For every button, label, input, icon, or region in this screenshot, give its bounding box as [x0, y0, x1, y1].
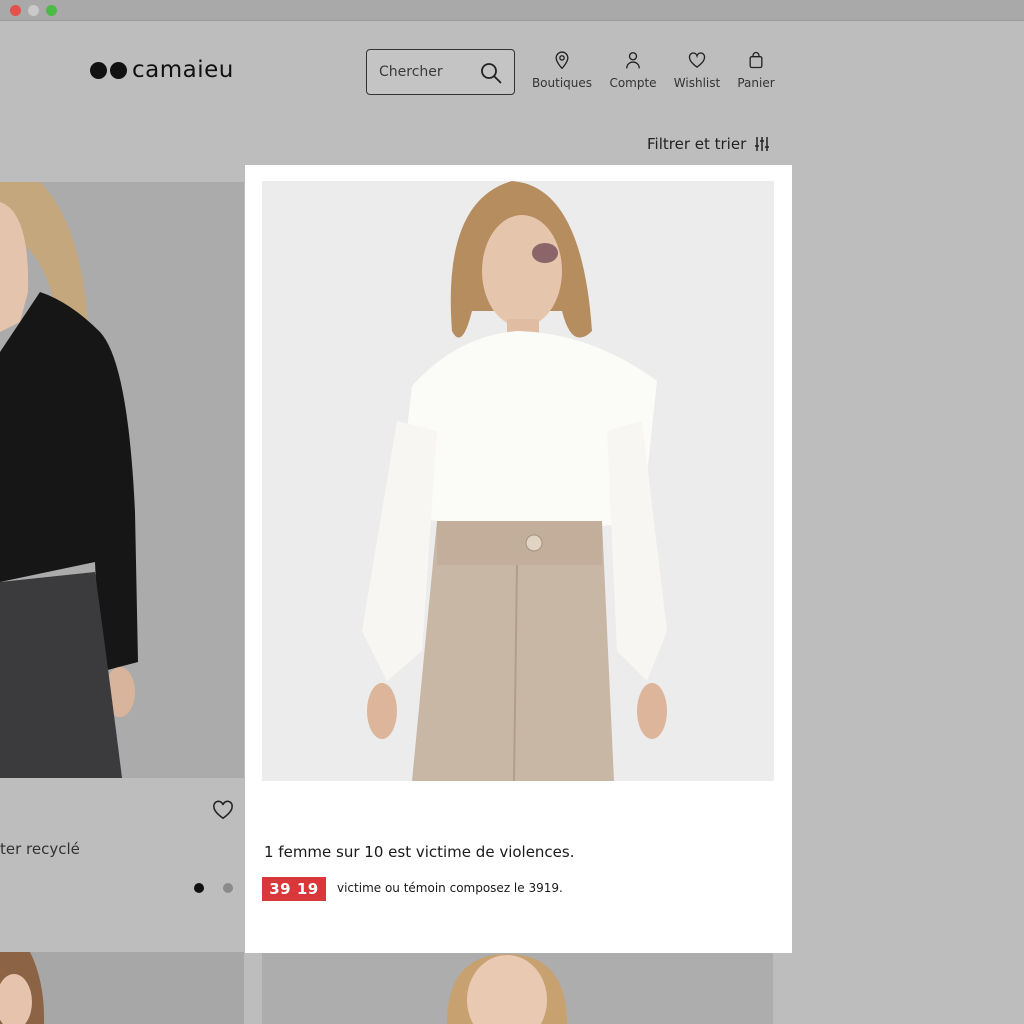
nav-compte[interactable]: Compte: [598, 50, 668, 94]
product-image-bottom-middle[interactable]: [262, 952, 773, 1024]
user-icon: [626, 52, 640, 69]
shopping-bag-icon: [749, 51, 763, 69]
product-photo-model: [262, 952, 773, 1024]
awareness-message: 1 femme sur 10 est victime de violences.: [264, 843, 575, 861]
hotline-text: victime ou témoin composez le 3919.: [337, 881, 563, 895]
search-icon[interactable]: [479, 61, 503, 85]
minimize-window-button[interactable]: [28, 5, 39, 16]
product-name[interactable]: ter recyclé: [0, 840, 80, 858]
close-window-button[interactable]: [10, 5, 21, 16]
nav-panier[interactable]: Panier: [721, 50, 791, 94]
heart-icon[interactable]: [212, 800, 234, 820]
product-photo-model-black-sweater: [0, 182, 244, 778]
featured-photo-model-white-sweater: [262, 181, 774, 781]
logo-dot: [90, 61, 107, 79]
nav-label: Boutiques: [531, 76, 593, 90]
window-titlebar: [0, 0, 1024, 21]
sliders-icon: [755, 137, 770, 151]
zoom-window-button[interactable]: [46, 5, 57, 16]
heart-icon: [688, 52, 706, 68]
product-photo-model: [0, 952, 244, 1024]
product-info-left: [0, 778, 244, 950]
filter-sort-button[interactable]: Filtrer et trier: [647, 134, 770, 154]
nav-label: Panier: [737, 76, 775, 90]
hotline-badge: 39 19: [262, 877, 326, 901]
search-input[interactable]: [379, 61, 474, 83]
search-box[interactable]: [366, 49, 515, 95]
featured-photo: [262, 181, 774, 781]
product-image-bottom-left[interactable]: [0, 952, 244, 1024]
featured-product-card[interactable]: 1 femme sur 10 est victime de violences.…: [245, 165, 792, 953]
color-swatch-grey[interactable]: [223, 883, 233, 893]
brand-logo[interactable]: camaieu: [90, 57, 234, 83]
filter-label: Filtrer et trier: [647, 135, 747, 153]
logo-wordmark: camaieu: [132, 57, 234, 83]
product-image-left[interactable]: [0, 182, 244, 778]
nav-boutiques[interactable]: Boutiques: [527, 50, 597, 94]
color-swatch-black[interactable]: [194, 883, 204, 893]
logo-dot: [110, 61, 127, 79]
location-pin-icon: [555, 51, 569, 70]
nav-label: Compte: [609, 76, 657, 90]
